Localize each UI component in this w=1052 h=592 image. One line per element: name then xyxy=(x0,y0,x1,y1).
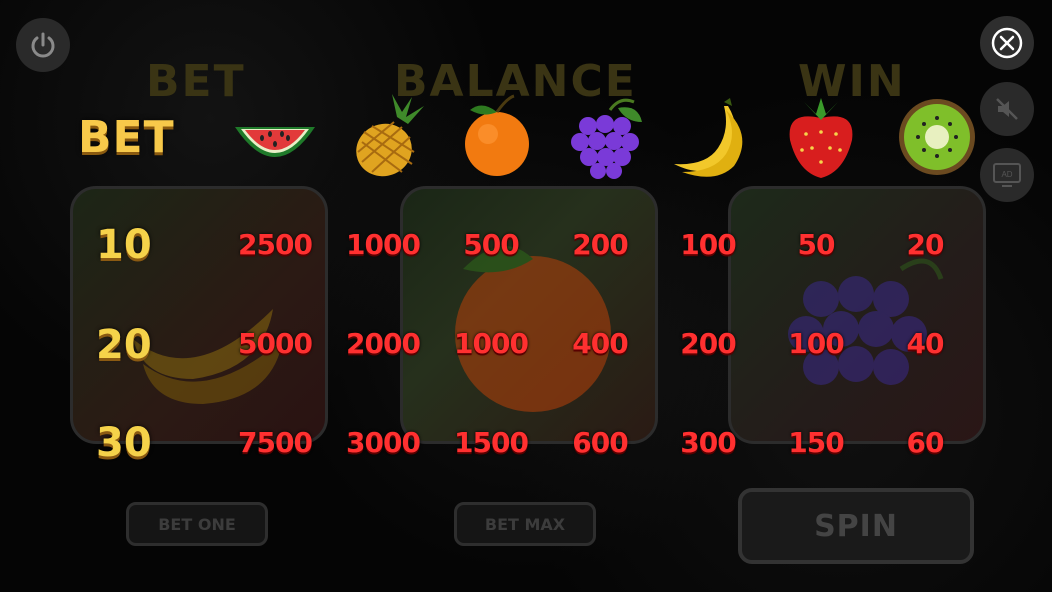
orange-reel-art xyxy=(455,246,611,412)
payout-cell: 1000 xyxy=(346,228,421,261)
payout-cell: 150 xyxy=(788,426,844,459)
payout-cell: 200 xyxy=(680,327,736,360)
payout-cell: 200 xyxy=(572,228,628,261)
ad-button[interactable]: AD xyxy=(980,148,1034,202)
bet-row-label: 20 xyxy=(96,322,152,368)
bet-one-button[interactable]: BET ONE xyxy=(126,502,268,546)
payout-cell: 20 xyxy=(906,228,945,261)
reel-2 xyxy=(400,186,658,444)
bet-row-label: 10 xyxy=(96,222,152,268)
payout-cell: 1000 xyxy=(454,327,529,360)
payout-cell: 500 xyxy=(463,228,519,261)
mute-button[interactable] xyxy=(980,82,1034,136)
payout-cell: 600 xyxy=(572,426,628,459)
bet-max-button[interactable]: BET MAX xyxy=(454,502,596,546)
payout-cell: 50 xyxy=(797,228,836,261)
bet-row-label: 30 xyxy=(96,420,152,466)
close-icon xyxy=(991,27,1023,59)
banana-icon xyxy=(674,98,743,177)
payout-cell: 1500 xyxy=(454,426,529,459)
ad-label: AD xyxy=(1001,170,1012,179)
payout-cell: 2000 xyxy=(346,327,421,360)
payout-cell: 5000 xyxy=(238,327,313,360)
close-button[interactable] xyxy=(980,16,1034,70)
payout-cell: 100 xyxy=(788,327,844,360)
watermelon-icon xyxy=(235,127,315,157)
payout-cell: 300 xyxy=(680,426,736,459)
ad-icon: AD xyxy=(993,163,1021,187)
payout-cell: 40 xyxy=(906,327,945,360)
orange-icon xyxy=(465,94,529,176)
payout-cell: 400 xyxy=(572,327,628,360)
payout-cell: 3000 xyxy=(346,426,421,459)
power-icon xyxy=(31,32,55,58)
power-button[interactable] xyxy=(16,18,70,72)
strawberry-icon xyxy=(789,98,853,178)
spin-button[interactable]: SPIN xyxy=(738,488,974,564)
grapes-reel-art xyxy=(788,258,944,385)
paytable-title: BET xyxy=(78,112,175,163)
grapes-icon xyxy=(571,98,642,179)
payout-cell: 2500 xyxy=(238,228,313,261)
kiwi-icon xyxy=(899,99,975,175)
payout-cell: 60 xyxy=(906,426,945,459)
sound-off-icon xyxy=(996,98,1018,120)
pineapple-icon xyxy=(356,94,424,177)
payout-cell: 7500 xyxy=(238,426,313,459)
reel-3 xyxy=(728,186,986,444)
payout-cell: 100 xyxy=(680,228,736,261)
